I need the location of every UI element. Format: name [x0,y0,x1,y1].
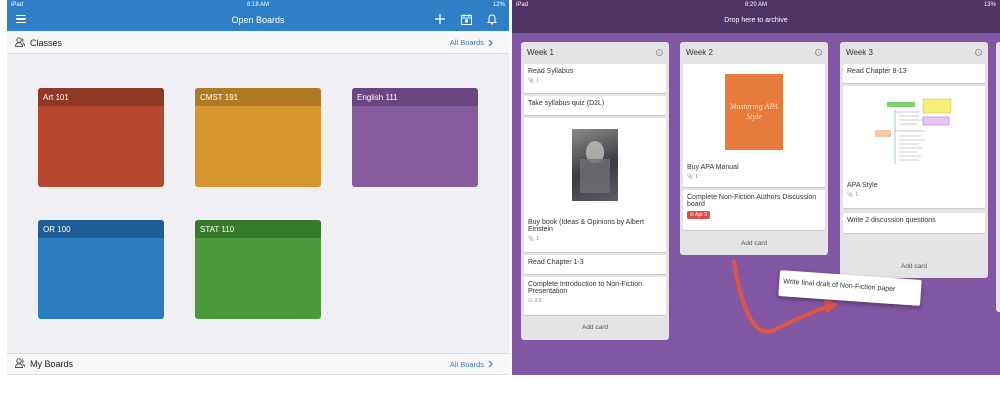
board-tile[interactable]: OR 100 [38,220,164,319]
board-name: STAT 110 [195,220,321,238]
right-ipad-screen: iPad 8:20 AM 13% Drop here to archive We… [512,0,1000,375]
all-boards-link[interactable]: All Boards [450,360,493,369]
nav-bar: Open Boards [7,9,509,31]
battery-level: 12% [492,1,505,8]
device-label: iPad [11,1,24,8]
bell-icon[interactable] [485,12,499,26]
chevron-right-icon [488,39,493,46]
person-icon [14,355,25,373]
chevron-right-icon [488,360,493,368]
section-header-classes: Classes All Boards [7,32,509,54]
all-boards-link[interactable]: All Boards [450,38,493,47]
status-bar: iPad 8:18 AM 12% [7,0,509,9]
board-name: OR 100 [38,220,164,238]
board-tile[interactable]: CMST 191 [195,88,321,187]
section-header-my-boards: My Boards All Boards [7,353,509,375]
card-title: Write final draft of Non-Fiction paper [783,278,896,294]
menu-icon[interactable] [16,13,26,25]
board-tile[interactable]: English 111 [352,88,478,187]
status-time: 8:18 AM [246,1,269,8]
board-tile[interactable]: Art 101 [38,88,164,187]
page-title: Open Boards [231,15,285,25]
classes-icon [14,34,25,52]
board-name: CMST 191 [195,88,321,106]
board-name: English 111 [352,88,478,106]
calendar-icon[interactable] [459,12,473,26]
section-title: My Boards [30,359,74,369]
left-ipad-screen: iPad 8:18 AM 12% Open Boards Classes All… [7,0,509,375]
section-title: Classes [30,37,63,48]
drag-arrow [732,260,838,334]
board-tile[interactable]: STAT 110 [195,220,321,319]
screenshot-pair: iPad 8:18 AM 12% Open Boards Classes All… [0,0,1000,418]
board-name: Art 101 [38,88,164,106]
add-icon[interactable] [433,12,447,26]
